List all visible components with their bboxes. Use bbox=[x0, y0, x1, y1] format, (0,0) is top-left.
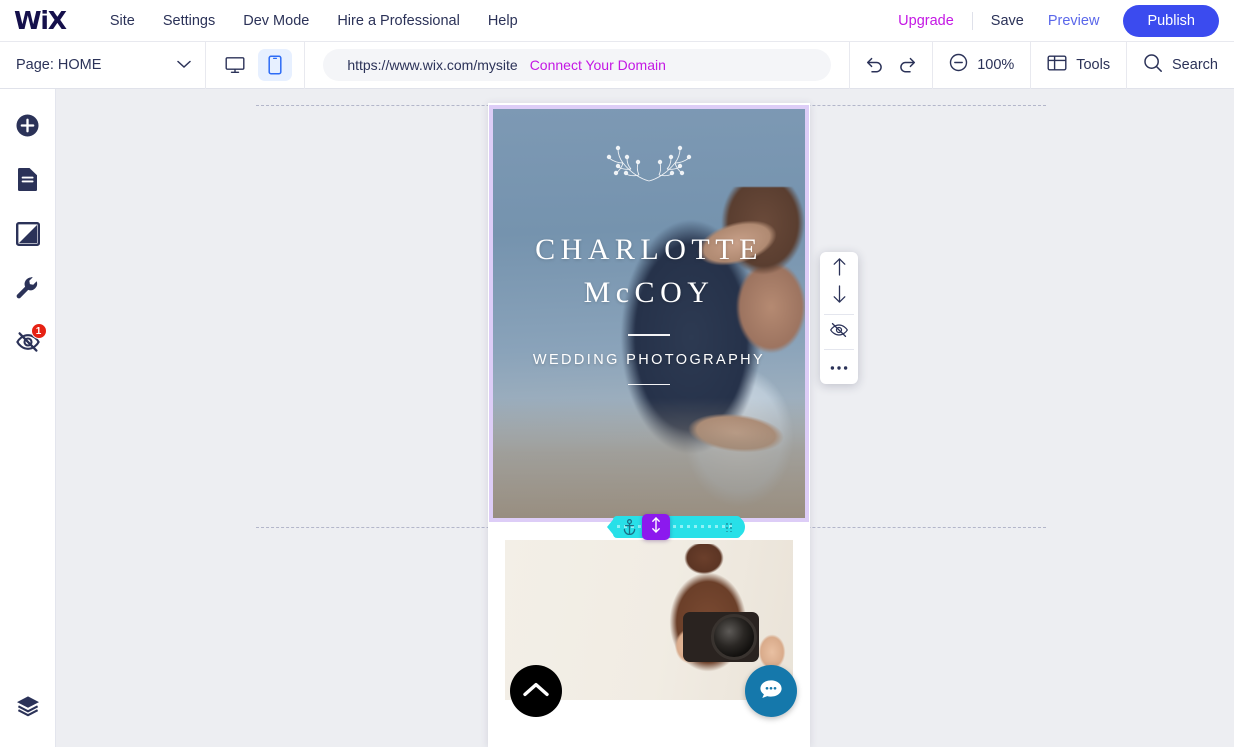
sidebar-design-button[interactable] bbox=[0, 209, 56, 263]
tools-button[interactable]: Tools bbox=[1031, 42, 1126, 89]
menu-site[interactable]: Site bbox=[96, 7, 149, 35]
hero-title-line1: CHARLOTTE bbox=[535, 233, 763, 266]
resize-section-button[interactable] bbox=[642, 514, 670, 540]
menu-settings[interactable]: Settings bbox=[149, 7, 229, 35]
sidebar-layers-button[interactable] bbox=[0, 681, 56, 735]
arrow-up-icon bbox=[832, 257, 847, 281]
search-label: Search bbox=[1172, 57, 1218, 73]
editor-canvas[interactable]: CHARLOTTE McCOY WEDDING PHOTOGRAPHY bbox=[56, 89, 1234, 747]
hero-divider-bottom bbox=[628, 383, 670, 386]
menu-hire-a-professional[interactable]: Hire a Professional bbox=[323, 7, 474, 35]
sidebar-apps-button[interactable] bbox=[0, 263, 56, 317]
ellipsis-icon bbox=[830, 358, 848, 376]
camera-lens bbox=[711, 614, 757, 660]
top-actions: Upgrade Save Preview Publish bbox=[886, 4, 1234, 37]
desktop-view-button[interactable] bbox=[218, 49, 252, 81]
layers-icon bbox=[15, 694, 41, 723]
upgrade-button[interactable]: Upgrade bbox=[886, 8, 966, 34]
hero-section[interactable]: CHARLOTTE McCOY WEDDING PHOTOGRAPHY bbox=[493, 109, 805, 518]
chevron-up-icon bbox=[523, 681, 549, 702]
chevron-down-icon bbox=[177, 56, 192, 74]
hero-content: CHARLOTTE McCOY WEDDING PHOTOGRAPHY bbox=[493, 109, 805, 518]
divider bbox=[824, 314, 854, 315]
hidden-elements-badge: 1 bbox=[30, 323, 47, 339]
move-down-button[interactable] bbox=[820, 283, 858, 311]
device-switcher bbox=[206, 42, 304, 89]
zoom-control[interactable]: 100% bbox=[933, 42, 1030, 89]
about-section[interactable] bbox=[489, 529, 809, 733]
wrench-icon bbox=[15, 275, 40, 305]
history-controls bbox=[850, 42, 932, 89]
wix-logo[interactable]: WiX bbox=[14, 8, 67, 33]
top-menu-bar: WiX Site Settings Dev Mode Hire a Profes… bbox=[0, 0, 1234, 42]
hero-subtitle[interactable]: WEDDING PHOTOGRAPHY bbox=[533, 352, 765, 368]
back-to-top-button[interactable] bbox=[510, 665, 562, 717]
hero-section-selection[interactable]: CHARLOTTE McCOY WEDDING PHOTOGRAPHY bbox=[489, 105, 809, 522]
mobile-view-button[interactable] bbox=[258, 49, 293, 81]
anchor-icon[interactable] bbox=[623, 519, 636, 540]
theme-icon bbox=[15, 221, 40, 251]
sidebar-hidden-elements-button[interactable]: 1 bbox=[0, 317, 56, 371]
floral-ornament-icon bbox=[601, 139, 697, 185]
save-button[interactable]: Save bbox=[979, 8, 1036, 34]
zoom-level-label: 100% bbox=[977, 57, 1015, 73]
chat-button[interactable] bbox=[745, 665, 797, 717]
main-menu: Site Settings Dev Mode Hire a Profession… bbox=[96, 7, 532, 35]
editor-toolbar: Page: HOME https://www.wix.com/mysite Co… bbox=[0, 41, 1234, 89]
site-url: https://www.wix.com/mysite bbox=[347, 57, 518, 73]
element-float-toolbar bbox=[820, 252, 858, 384]
redo-icon[interactable] bbox=[898, 56, 918, 74]
hero-divider-top bbox=[628, 334, 670, 336]
page-selector-label: Page: HOME bbox=[16, 57, 102, 73]
arrow-down-icon bbox=[832, 285, 847, 309]
undo-icon[interactable] bbox=[864, 56, 884, 74]
divider bbox=[824, 349, 854, 350]
section-resize-handle[interactable] bbox=[607, 514, 745, 540]
left-sidebar: 1 bbox=[0, 89, 56, 747]
sidebar-add-button[interactable] bbox=[0, 101, 56, 155]
grip-dots-icon[interactable] bbox=[725, 522, 734, 532]
url-pill[interactable]: https://www.wix.com/mysite Connect Your … bbox=[323, 49, 832, 81]
site-address-bar: https://www.wix.com/mysite Connect Your … bbox=[305, 42, 849, 89]
page-icon bbox=[17, 167, 38, 197]
tools-label: Tools bbox=[1076, 57, 1111, 73]
publish-button[interactable]: Publish bbox=[1123, 4, 1219, 37]
menu-dev-mode[interactable]: Dev Mode bbox=[229, 7, 323, 35]
page-selector[interactable]: Page: HOME bbox=[0, 42, 205, 89]
search-button[interactable]: Search bbox=[1127, 42, 1234, 89]
panels-icon bbox=[1047, 54, 1067, 77]
divider bbox=[971, 11, 973, 30]
preview-button[interactable]: Preview bbox=[1036, 8, 1112, 34]
search-icon bbox=[1143, 53, 1163, 78]
connect-domain-link[interactable]: Connect Your Domain bbox=[530, 57, 666, 73]
more-options-button[interactable] bbox=[820, 353, 858, 381]
hero-title-line2: McCOY bbox=[583, 275, 715, 309]
hero-title[interactable]: CHARLOTTE McCOY bbox=[535, 229, 763, 314]
resize-vertical-icon bbox=[650, 516, 662, 539]
plus-circle-icon bbox=[15, 113, 40, 143]
move-up-button[interactable] bbox=[820, 255, 858, 283]
chat-bubble-icon bbox=[758, 677, 784, 706]
hide-element-button[interactable] bbox=[820, 318, 858, 346]
menu-help[interactable]: Help bbox=[474, 7, 532, 35]
sidebar-pages-button[interactable] bbox=[0, 155, 56, 209]
wix-editor: WiX Site Settings Dev Mode Hire a Profes… bbox=[0, 0, 1234, 747]
zoom-out-icon[interactable] bbox=[949, 53, 968, 77]
eye-hidden-icon bbox=[829, 322, 849, 343]
